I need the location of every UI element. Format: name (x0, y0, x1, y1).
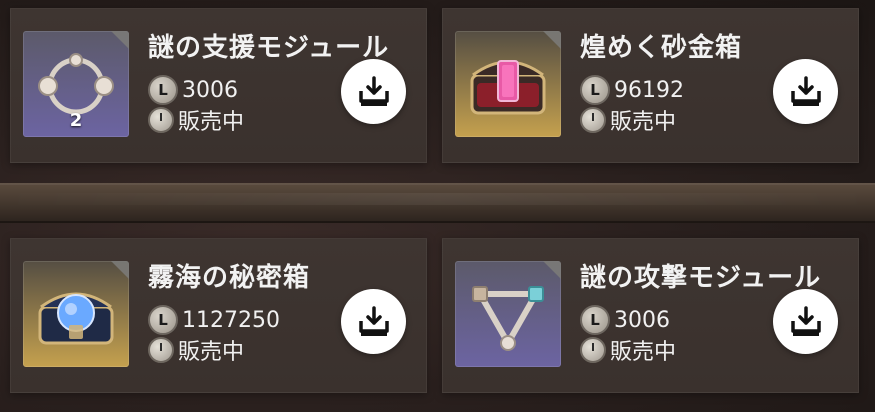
download-button[interactable] (773, 289, 838, 354)
download-tray-icon (358, 305, 389, 336)
item-status: 販売中 (610, 340, 677, 365)
download-tray-icon (790, 75, 821, 106)
item-title: 謎の攻撃モジュール (580, 263, 822, 293)
item-title: 霧海の秘密箱 (148, 263, 311, 293)
status-row: 販売中 (580, 334, 676, 366)
blue-chest-icon (38, 292, 114, 345)
coin-icon: L (580, 75, 610, 105)
divider-shine (0, 193, 875, 205)
item-quantity: 2 (69, 110, 83, 131)
item-thumbnail-1[interactable]: 2 (23, 31, 129, 137)
timer-icon (148, 337, 174, 363)
download-button[interactable] (341, 59, 406, 124)
download-button[interactable] (773, 59, 838, 124)
item-title: 謎の支援モジュール (148, 33, 390, 63)
price-row: L 3006 (148, 75, 238, 105)
download-button[interactable] (341, 289, 406, 354)
triangle-module-icon (472, 286, 544, 351)
coin-icon: L (148, 75, 178, 105)
item-card-3[interactable]: 霧海の秘密箱 L 1127250 販売中 (10, 238, 427, 393)
item-price: 1127250 (182, 307, 280, 333)
item-status: 販売中 (610, 110, 677, 135)
gold-chest-icon (470, 60, 546, 115)
background-divider (0, 183, 875, 223)
coin-icon: L (148, 305, 178, 335)
download-tray-icon (358, 75, 389, 106)
item-card-4[interactable]: 謎の攻撃モジュール L 3006 販売中 (442, 238, 859, 393)
price-row: L 96192 (580, 75, 684, 105)
item-price: 96192 (614, 77, 684, 103)
item-thumbnail-4[interactable] (455, 261, 561, 367)
price-row: L 1127250 (148, 305, 280, 335)
item-status: 販売中 (178, 340, 245, 365)
item-card-2[interactable]: 煌めく砂金箱 L 96192 販売中 (442, 8, 859, 163)
timer-icon (580, 337, 606, 363)
coin-icon: L (580, 305, 610, 335)
item-price: 3006 (614, 307, 670, 333)
item-thumbnail-2[interactable] (455, 31, 561, 137)
item-thumbnail-3[interactable] (23, 261, 129, 367)
item-price: 3006 (182, 77, 238, 103)
item-title: 煌めく砂金箱 (580, 33, 743, 63)
timer-icon (580, 107, 606, 133)
item-status: 販売中 (178, 110, 245, 135)
status-row: 販売中 (148, 104, 244, 136)
status-row: 販売中 (580, 104, 676, 136)
item-card-1[interactable]: 2 謎の支援モジュール L 3006 販売中 (10, 8, 427, 163)
download-tray-icon (790, 305, 821, 336)
price-row: L 3006 (580, 305, 670, 335)
status-row: 販売中 (148, 334, 244, 366)
timer-icon (148, 107, 174, 133)
